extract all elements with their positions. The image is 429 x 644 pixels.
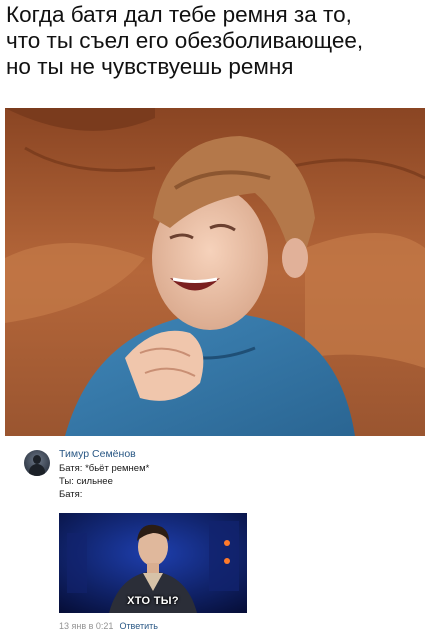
avatar-body-shape <box>29 464 45 476</box>
reply-link[interactable]: Ответить <box>119 621 157 631</box>
avatar-head-shape <box>33 455 41 464</box>
comment: Тимур Семёнов Батя: *бьёт ремнем* Ты: си… <box>0 436 429 644</box>
comment-author[interactable]: Тимур Семёнов <box>59 448 136 460</box>
meme-caption-line: Когда батя дал тебе ремня за то, <box>6 2 352 27</box>
comment-line: Батя: *бьёт ремнем* <box>59 463 150 474</box>
laughing-boy-image <box>5 108 425 436</box>
comment-meta: 13 янв в 0:21 Ответить <box>59 621 158 631</box>
meme-caption-line: что ты съел его обезболивающее, <box>6 28 364 53</box>
meme-photo <box>5 108 425 436</box>
meme-caption: Когда батя дал тебе ремня за то, что ты … <box>6 2 426 80</box>
comment-attachment-image[interactable]: ХТО ТЫ? <box>59 513 247 613</box>
comment-timestamp[interactable]: 13 янв в 0:21 <box>59 621 113 631</box>
meme-caption-line: но ты не чувствуешь ремня <box>6 54 294 79</box>
attachment-caption: ХТО ТЫ? <box>127 595 179 607</box>
avatar[interactable] <box>24 450 50 476</box>
comment-line: Ты: сильнее <box>59 476 113 487</box>
comment-line: Батя: <box>59 489 83 500</box>
